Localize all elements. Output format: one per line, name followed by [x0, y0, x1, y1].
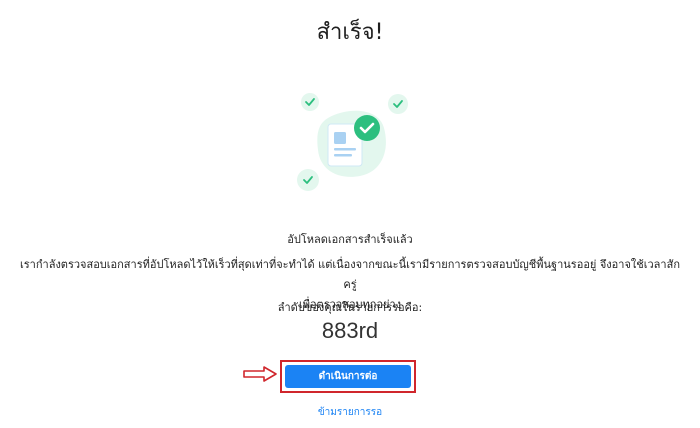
description-line: เรากำลังตรวจสอบเอกสารที่อัปโหลดไว้ให้เร็… [20, 258, 680, 291]
small-check-icon [301, 93, 319, 111]
skip-queue-link[interactable]: ข้ามรายการรอ [0, 405, 700, 420]
success-page: สำเร็จ! อัปโหลดเอกสารสำเร็จแล้ว เรากำลัง… [0, 0, 700, 428]
document-check-illustration [297, 93, 408, 191]
page-title: สำเร็จ! [316, 20, 384, 45]
right-arrow-icon [243, 366, 277, 382]
upload-success-heading: อัปโหลดเอกสารสำเร็จแล้ว [287, 233, 413, 246]
small-check-icon [388, 94, 408, 114]
small-check-icon [297, 169, 319, 191]
check-circle-icon [354, 115, 380, 141]
continue-button[interactable]: ดำเนินการต่อ [285, 365, 411, 388]
queue-position: 883rd [321, 318, 379, 343]
continue-button-highlight: ดำเนินการต่อ [280, 360, 416, 393]
queue-label: ลำดับของคุณในรายการรอคือ: [277, 301, 423, 314]
